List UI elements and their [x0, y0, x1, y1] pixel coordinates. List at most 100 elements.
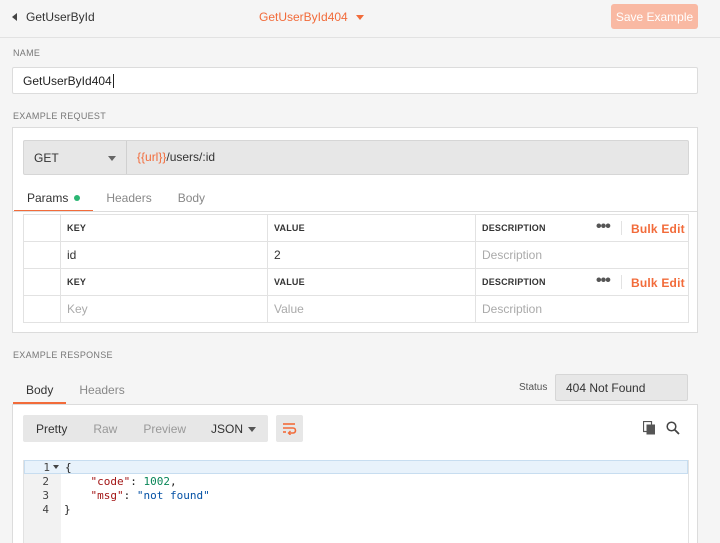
request-panel: GET {{url}}/users/:id Params Headers Bod… — [12, 127, 698, 333]
code-line: 1 { — [24, 460, 688, 474]
save-example-button[interactable]: Save Example — [611, 4, 698, 29]
params-table: KEY VALUE DESCRIPTION ••• Bulk Edit id 2… — [23, 214, 689, 323]
status-value: 404 Not Found — [566, 380, 646, 395]
example-title: GetUserById404 — [259, 10, 348, 24]
tab-params-label: Params — [27, 191, 69, 205]
checkbox-header-cell — [23, 268, 61, 296]
tabs-divider — [13, 211, 697, 212]
bulk-edit-link[interactable]: Bulk Edit — [631, 276, 685, 290]
response-section-label: EXAMPLE RESPONSE — [13, 350, 113, 360]
method-value: GET — [34, 150, 59, 165]
back-button[interactable]: GetUserById — [12, 10, 95, 24]
code-text: } — [64, 502, 71, 516]
tab-response-headers-label: Headers — [79, 383, 125, 397]
description-header: DESCRIPTION — [482, 277, 546, 287]
header-separator — [621, 221, 622, 235]
pretty-button[interactable]: Pretty — [23, 415, 80, 442]
status-input[interactable]: 404 Not Found — [555, 374, 688, 401]
top-bar: GetUserById GetUserById404 Save Example — [0, 0, 720, 38]
tab-body[interactable]: Body — [165, 185, 218, 211]
chevron-down-icon — [355, 14, 364, 20]
new-value-input[interactable]: Value — [267, 295, 476, 323]
more-options-icon[interactable]: ••• — [596, 272, 611, 290]
code-text: "code": 1002, — [64, 475, 177, 488]
code-text: "msg": "not found" — [64, 489, 210, 502]
tab-headers-label: Headers — [106, 191, 152, 205]
url-path: /users/:id — [166, 150, 216, 164]
new-description-input[interactable]: Description — [475, 295, 689, 323]
bulk-edit-link[interactable]: Bulk Edit — [631, 222, 685, 236]
param-value-cell[interactable]: 2 — [267, 241, 476, 269]
code-line: 2 "code": 1002, — [24, 474, 688, 488]
response-tabs: Body Headers — [13, 377, 138, 404]
url-bar: GET {{url}}/users/:id — [23, 140, 689, 175]
tab-response-body-label: Body — [26, 383, 54, 397]
fold-arrow-icon[interactable] — [53, 465, 59, 469]
language-select[interactable]: JSON — [202, 415, 268, 442]
name-section-label: NAME — [13, 48, 41, 58]
chevron-down-icon — [248, 427, 256, 432]
preview-button[interactable]: Preview — [130, 415, 199, 442]
raw-button[interactable]: Raw — [80, 415, 130, 442]
json-value: "not found" — [136, 488, 210, 502]
path-params-header-row: KEY VALUE DESCRIPTION ••• Bulk Edit — [23, 214, 689, 242]
description-header-cell: DESCRIPTION ••• Bulk Edit — [475, 214, 689, 242]
checkbox-header-cell — [23, 214, 61, 242]
json-key: "code" — [90, 474, 131, 488]
code-line: 3 "msg": "not found" — [24, 488, 688, 502]
table-row: id 2 Description — [23, 241, 689, 269]
back-arrow-icon — [12, 13, 17, 21]
line-number: 3 — [42, 488, 49, 502]
new-key-input[interactable]: Key — [60, 295, 268, 323]
description-header: DESCRIPTION — [482, 223, 546, 233]
value-header: VALUE — [267, 268, 476, 296]
code-line: 4 } — [24, 502, 688, 516]
url-variable: {{url}} — [137, 150, 167, 164]
line-number: 4 — [42, 502, 49, 516]
json-separator: : — [123, 488, 137, 502]
header-separator — [621, 275, 622, 289]
wrap-lines-button[interactable] — [276, 415, 303, 442]
copy-icon[interactable] — [642, 420, 656, 438]
line-number: 1 — [43, 460, 50, 474]
tab-headers[interactable]: Headers — [93, 185, 164, 211]
text-cursor — [112, 73, 114, 88]
back-label: GetUserById — [26, 10, 95, 24]
example-title-dropdown[interactable]: GetUserById404 — [259, 10, 364, 24]
status-label: Status — [519, 382, 548, 393]
tab-params[interactable]: Params — [14, 185, 94, 212]
params-active-dot — [74, 195, 81, 201]
table-row: Key Value Description — [23, 295, 689, 323]
search-icon[interactable] — [666, 421, 680, 438]
key-header: KEY — [60, 214, 268, 242]
row-checkbox[interactable] — [23, 241, 61, 269]
url-input[interactable]: {{url}}/users/:id — [137, 150, 215, 164]
description-header-cell: DESCRIPTION ••• Bulk Edit — [475, 268, 689, 296]
format-button-group: Pretty Raw Preview — [23, 415, 206, 442]
response-panel: Pretty Raw Preview JSON 1 {2 "code": 10… — [12, 405, 698, 543]
query-params-header-row: KEY VALUE DESCRIPTION ••• Bulk Edit — [23, 268, 689, 296]
request-section-label: EXAMPLE REQUEST — [13, 111, 107, 121]
key-header: KEY — [60, 268, 268, 296]
wrap-lines-icon — [283, 423, 297, 435]
language-value: JSON — [211, 421, 244, 436]
method-select[interactable]: GET — [24, 141, 127, 174]
row-checkbox[interactable] — [23, 295, 61, 323]
code-text: { — [65, 460, 72, 474]
tab-response-headers[interactable]: Headers — [66, 377, 137, 403]
json-trail: , — [170, 474, 177, 488]
param-description-cell[interactable]: Description — [475, 241, 689, 269]
tab-body-label: Body — [177, 191, 206, 205]
more-options-icon[interactable]: ••• — [596, 218, 611, 236]
param-key-cell[interactable]: id — [60, 241, 268, 269]
json-separator: : — [130, 474, 144, 488]
json-key: "msg" — [90, 488, 124, 502]
example-name-input[interactable]: GetUserById404 — [12, 67, 698, 94]
request-tabs: Params Headers Body — [14, 185, 218, 212]
json-value: 1002 — [143, 474, 171, 488]
chevron-down-icon — [108, 156, 116, 161]
example-name-value: GetUserById404 — [23, 73, 112, 88]
response-code-editor[interactable]: 1 { 2 "code": 1002, 3 "msg": "not found"… — [23, 460, 689, 543]
tab-response-body[interactable]: Body — [13, 377, 67, 404]
line-number: 2 — [42, 474, 49, 488]
